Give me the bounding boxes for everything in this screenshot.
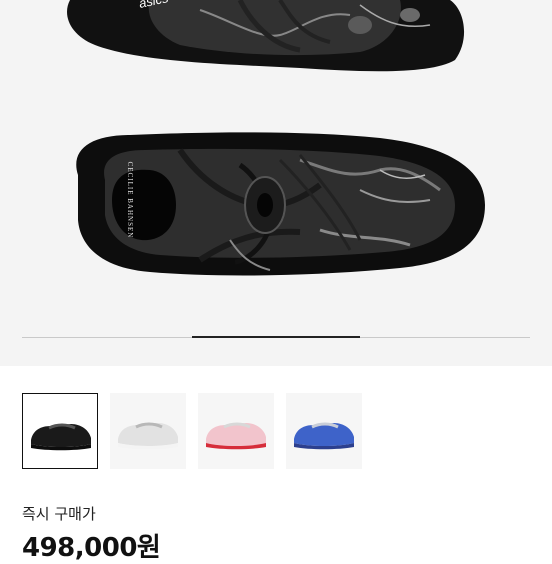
colorway-thumbnail-pink-red[interactable] — [198, 393, 274, 469]
shoe-thumbnail-icon — [31, 423, 91, 451]
product-shoe-image: asics CECILIE BAHNSEN — [67, 0, 485, 276]
instant-purchase-price: 498,000원 — [22, 533, 161, 563]
colorway-thumbnail-black[interactable] — [22, 393, 98, 469]
shoe-thumbnail-icon — [118, 422, 178, 450]
shoe-top-view-upper — [67, 0, 465, 72]
shoe-side-view — [76, 132, 485, 276]
shoe-collar-text: CECILIE BAHNSEN — [126, 162, 134, 239]
shoe-thumbnail-icon — [294, 422, 354, 450]
instant-purchase-label: 즉시 구매가 — [22, 505, 96, 523]
gallery-progress-indicator — [192, 336, 360, 338]
colorway-thumbnail-silver[interactable] — [110, 393, 186, 469]
shoe-thumbnail-icon — [206, 422, 266, 450]
colorway-thumbnail-blue-silver[interactable] — [286, 393, 362, 469]
product-image-gallery[interactable]: asics CECILIE BAHNSEN — [0, 0, 552, 366]
